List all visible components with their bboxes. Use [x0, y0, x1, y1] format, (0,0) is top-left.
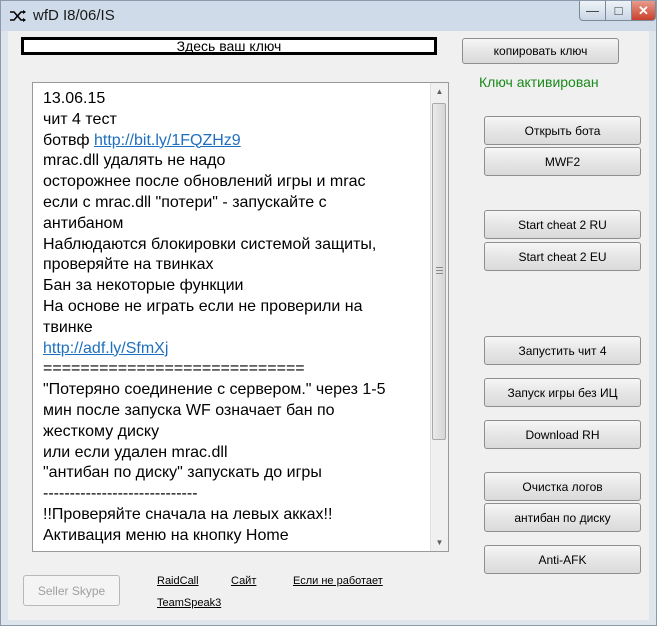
- note-text: осторожнее после обновлений игры и mrac: [43, 173, 366, 191]
- note-text: мин после запуска WF означает бан по: [43, 401, 335, 419]
- note-line: ботвф http://bit.ly/1FQZHz9: [43, 131, 428, 152]
- site-link[interactable]: Сайт: [231, 575, 256, 587]
- scroll-down-arrow-icon[interactable]: ▼: [431, 534, 448, 551]
- seller-skype-button: Seller Skype: [23, 575, 120, 606]
- note-line: проверяйте на твинках: [43, 255, 428, 276]
- note-line: или если удален mrac.dll: [43, 443, 428, 464]
- title-bar[interactable]: wfD I8/06/IS — □ ✕: [1, 1, 656, 31]
- note-text: Активация меню на кнопку Home: [43, 526, 289, 544]
- note-line: чит 4 тест: [43, 110, 428, 131]
- minimize-icon: —: [586, 3, 599, 18]
- note-text: ============================: [43, 360, 305, 378]
- note-text: mrac.dll удалять не надо: [43, 152, 226, 170]
- antiban-disk-button[interactable]: антибан по диску: [484, 503, 641, 532]
- note-line: "антибан по диску" запускать до игры: [43, 463, 428, 484]
- note-line: если с mrac.dll "потери" - запускайте с: [43, 193, 428, 214]
- note-line: !!Проверяйте сначала на левых акках!!: [43, 505, 428, 526]
- close-button[interactable]: ✕: [631, 1, 656, 21]
- maximize-button[interactable]: □: [605, 1, 632, 21]
- note-text: 13.06.15: [43, 90, 106, 107]
- window-title: wfD I8/06/IS: [33, 7, 115, 24]
- note-line: Наблюдаются блокировки системой защиты,: [43, 235, 428, 256]
- start-cheat-eu-button[interactable]: Start cheat 2 EU: [484, 242, 641, 271]
- launch-without-ic-button[interactable]: Запуск игры без ИЦ: [484, 378, 641, 407]
- note-text: !!Проверяйте сначала на левых акках!!: [43, 505, 333, 523]
- activation-status: Ключ активирован: [479, 74, 599, 90]
- note-text: Бан за некоторые функции: [43, 277, 244, 295]
- note-line: Активация меню на кнопку Home: [43, 526, 428, 547]
- note-text: "антибан по диску" запускать до игры: [43, 464, 322, 482]
- run-cheat4-button[interactable]: Запустить чит 4: [484, 336, 641, 365]
- note-text: "Потеряно соединение с сервером." через …: [43, 381, 386, 399]
- mwf2-button[interactable]: MWF2: [484, 147, 641, 176]
- note-line: Бан за некоторые функции: [43, 276, 428, 297]
- note-text: На основе не играть если не проверили на: [43, 297, 363, 315]
- anti-afk-button[interactable]: Anti-AFK: [484, 545, 641, 574]
- note-line: осторожнее после обновлений игры и mrac: [43, 172, 428, 193]
- note-line: жесткому диску: [43, 422, 428, 443]
- note-text: или если удален mrac.dll: [43, 443, 228, 461]
- note-text: жесткому диску: [43, 422, 160, 440]
- notes-textbox[interactable]: 13.06.15 чит 4 тест ботвф http://bit.ly/1F…: [32, 82, 449, 552]
- note-text: антибаном: [43, 214, 124, 232]
- note-line: mrac.dll удалять не надо: [43, 151, 428, 172]
- note-line: антибаном: [43, 214, 428, 235]
- notes-content: 13.06.15 чит 4 тест ботвф http://bit.ly/1F…: [43, 89, 428, 547]
- open-bot-button[interactable]: Открыть бота: [484, 116, 641, 145]
- minimize-button[interactable]: —: [579, 1, 606, 21]
- note-line: твинке: [43, 318, 428, 339]
- app-window: wfD I8/06/IS — □ ✕ Здесь ваш ключ копиро…: [0, 0, 657, 626]
- note-line: -----------------------------: [43, 484, 428, 505]
- start-cheat-ru-button[interactable]: Start cheat 2 RU: [484, 210, 641, 239]
- note-text: чит 4 тест: [43, 110, 117, 128]
- note-link[interactable]: http://bit.ly/1FQZHz9: [94, 132, 241, 149]
- note-line: ============================: [43, 359, 428, 380]
- not-working-link[interactable]: Если не работает: [293, 575, 383, 587]
- note-link[interactable]: http://adf.ly/SfmXj: [43, 340, 168, 357]
- copy-key-button[interactable]: копировать ключ: [462, 38, 619, 64]
- close-icon: ✕: [638, 2, 649, 18]
- note-text: Наблюдаются блокировки системой защиты,: [43, 235, 377, 253]
- note-text: если с mrac.dll "потери" - запускайте с: [43, 193, 327, 211]
- note-line: 13.06.15: [43, 89, 428, 110]
- note-line: мин после запуска WF означает бан по: [43, 401, 428, 422]
- clear-logs-button[interactable]: Очистка логов: [484, 472, 641, 501]
- scroll-up-arrow-icon[interactable]: ▲: [431, 83, 448, 100]
- shuffle-icon: [10, 10, 26, 22]
- key-field[interactable]: Здесь ваш ключ: [21, 37, 437, 55]
- teamspeak-link[interactable]: TeamSpeak3: [157, 597, 221, 609]
- note-line: http://adf.ly/SfmXj: [43, 339, 428, 360]
- vertical-scrollbar[interactable]: ▲ ▼: [430, 83, 448, 551]
- scrollbar-thumb[interactable]: [432, 103, 446, 440]
- maximize-icon: □: [614, 3, 623, 18]
- note-text: ботвф: [43, 131, 94, 149]
- client-area: Здесь ваш ключ копировать ключ Ключ акти…: [8, 31, 649, 620]
- note-line: "Потеряно соединение с сервером." через …: [43, 380, 428, 401]
- note-text: твинке: [43, 318, 93, 336]
- note-text: -----------------------------: [43, 485, 198, 503]
- raidcall-link[interactable]: RaidCall: [157, 575, 199, 587]
- note-text: проверяйте на твинках: [43, 256, 214, 274]
- note-line: На основе не играть если не проверили на: [43, 297, 428, 318]
- download-rh-button[interactable]: Download RH: [484, 420, 641, 449]
